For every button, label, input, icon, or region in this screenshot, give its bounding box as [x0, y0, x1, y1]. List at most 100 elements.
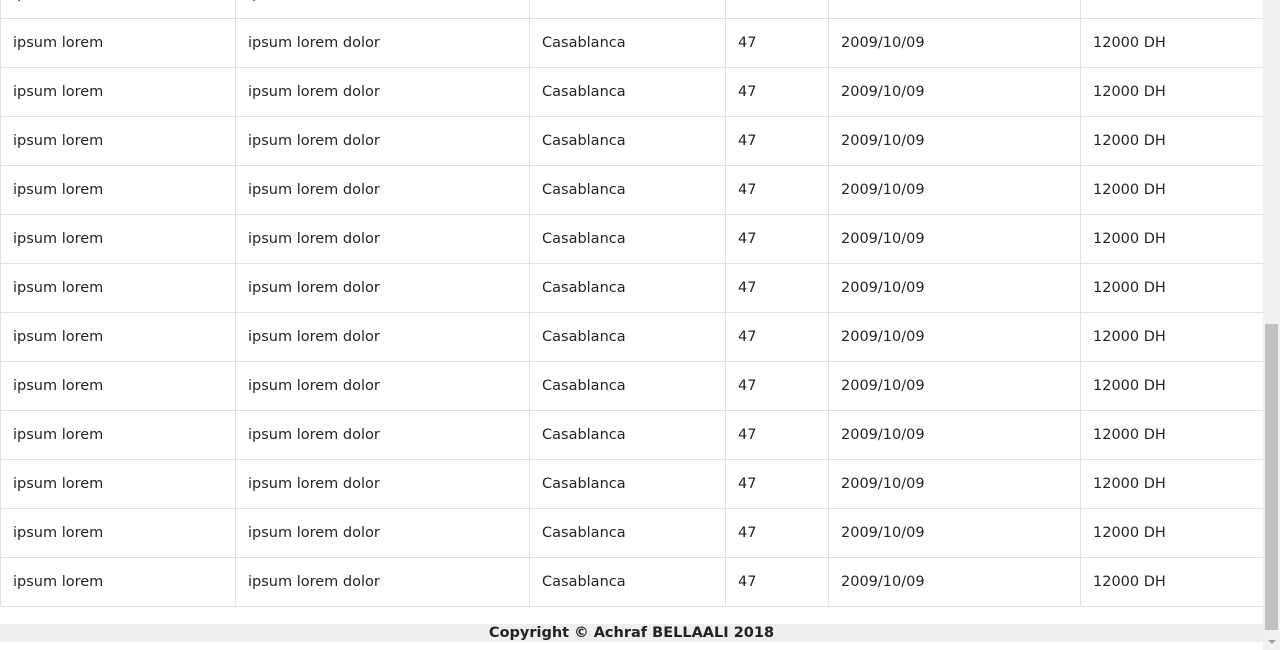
table-cell: Casablanca: [529, 459, 726, 509]
table-cell: 2009/10/09: [828, 557, 1081, 607]
table-cell: ipsum lorem dolor: [235, 410, 530, 460]
table-row: ipsum lorem ipsum lorem dolor Casablanca…: [0, 0, 1263, 19]
table-cell: 2009/10/09: [828, 361, 1081, 411]
table-cell: 12000 DH: [1080, 214, 1263, 264]
table-cell: ipsum lorem dolor: [235, 557, 530, 607]
table-row: ipsum lorem ipsum lorem dolor Casablanca…: [0, 18, 1263, 68]
table-cell: Casablanca: [529, 410, 726, 460]
table-cell: Casablanca: [529, 18, 726, 68]
table-cell: 47: [725, 18, 829, 68]
table-cell: Casablanca: [529, 214, 726, 264]
page-viewport: ipsum lorem ipsum lorem dolor Casablanca…: [0, 0, 1263, 650]
table-cell: 12000 DH: [1080, 263, 1263, 313]
table-cell: 2009/10/09: [828, 0, 1081, 19]
table-cell: Casablanca: [529, 508, 726, 558]
table-cell: 2009/10/09: [828, 410, 1081, 460]
table-cell: ipsum lorem dolor: [235, 18, 530, 68]
table-cell: 47: [725, 67, 829, 117]
table-cell: 47: [725, 116, 829, 166]
table-cell: Casablanca: [529, 557, 726, 607]
table-cell: 2009/10/09: [828, 263, 1081, 313]
data-table: ipsum lorem ipsum lorem dolor Casablanca…: [0, 0, 1263, 607]
table-cell: 47: [725, 263, 829, 313]
table-cell: 12000 DH: [1080, 312, 1263, 362]
table-cell: 2009/10/09: [828, 67, 1081, 117]
table-cell: 12000 DH: [1080, 459, 1263, 509]
table-cell: ipsum lorem: [0, 361, 236, 411]
table-cell: 12000 DH: [1080, 116, 1263, 166]
table-row: ipsum lorem ipsum lorem dolor Casablanca…: [0, 557, 1263, 607]
table-cell: ipsum lorem dolor: [235, 214, 530, 264]
table-cell: Casablanca: [529, 312, 726, 362]
table-cell: 2009/10/09: [828, 312, 1081, 362]
table-cell: ipsum lorem dolor: [235, 508, 530, 558]
table-cell: ipsum lorem: [0, 557, 236, 607]
table-cell: Casablanca: [529, 0, 726, 19]
table-row: ipsum lorem ipsum lorem dolor Casablanca…: [0, 263, 1263, 313]
table-row: ipsum lorem ipsum lorem dolor Casablanca…: [0, 312, 1263, 362]
table-cell: 47: [725, 361, 829, 411]
data-table-container: ipsum lorem ipsum lorem dolor Casablanca…: [0, 0, 1263, 607]
table-cell: 47: [725, 459, 829, 509]
table-cell: 12000 DH: [1080, 557, 1263, 607]
table-row: ipsum lorem ipsum lorem dolor Casablanca…: [0, 214, 1263, 264]
table-cell: ipsum lorem dolor: [235, 165, 530, 215]
table-cell: ipsum lorem: [0, 0, 236, 19]
table-cell: 12000 DH: [1080, 0, 1263, 19]
table-row: ipsum lorem ipsum lorem dolor Casablanca…: [0, 459, 1263, 509]
table-cell: Casablanca: [529, 165, 726, 215]
table-cell: 2009/10/09: [828, 116, 1081, 166]
table-cell: 2009/10/09: [828, 508, 1081, 558]
scroll-down-button[interactable]: [1263, 633, 1280, 650]
table-cell: Casablanca: [529, 361, 726, 411]
table-cell: 12000 DH: [1080, 508, 1263, 558]
copyright-footer: Copyright © Achraf BELLAALI 2018: [0, 624, 1263, 642]
table-cell: 2009/10/09: [828, 459, 1081, 509]
table-cell: 47: [725, 312, 829, 362]
scrollbar-thumb[interactable]: [1265, 324, 1278, 630]
table-cell: 12000 DH: [1080, 165, 1263, 215]
table-cell: 47: [725, 410, 829, 460]
table-cell: 47: [725, 165, 829, 215]
table-cell: ipsum lorem: [0, 508, 236, 558]
table-cell: Casablanca: [529, 67, 726, 117]
table-cell: ipsum lorem: [0, 263, 236, 313]
table-cell: 47: [725, 557, 829, 607]
table-cell: 12000 DH: [1080, 361, 1263, 411]
table-cell: Casablanca: [529, 116, 726, 166]
table-cell: 12000 DH: [1080, 67, 1263, 117]
table-cell: 2009/10/09: [828, 165, 1081, 215]
table-cell: 12000 DH: [1080, 18, 1263, 68]
table-cell: 12000 DH: [1080, 410, 1263, 460]
table-cell: ipsum lorem: [0, 459, 236, 509]
table-cell: ipsum lorem dolor: [235, 263, 530, 313]
table-body: ipsum lorem ipsum lorem dolor Casablanca…: [0, 0, 1263, 607]
table-cell: 47: [725, 0, 829, 19]
table-cell: 47: [725, 508, 829, 558]
table-cell: ipsum lorem: [0, 165, 236, 215]
table-cell: ipsum lorem dolor: [235, 459, 530, 509]
table-row: ipsum lorem ipsum lorem dolor Casablanca…: [0, 165, 1263, 215]
table-cell: ipsum lorem: [0, 410, 236, 460]
table-cell: ipsum lorem: [0, 214, 236, 264]
vertical-scrollbar[interactable]: [1263, 0, 1280, 650]
table-cell: ipsum lorem: [0, 312, 236, 362]
chevron-down-icon: [1267, 639, 1276, 644]
table-row: ipsum lorem ipsum lorem dolor Casablanca…: [0, 410, 1263, 460]
table-cell: ipsum lorem dolor: [235, 361, 530, 411]
table-row: ipsum lorem ipsum lorem dolor Casablanca…: [0, 67, 1263, 117]
table-cell: ipsum lorem: [0, 116, 236, 166]
table-cell: ipsum lorem dolor: [235, 0, 530, 19]
table-cell: ipsum lorem dolor: [235, 312, 530, 362]
table-row: ipsum lorem ipsum lorem dolor Casablanca…: [0, 116, 1263, 166]
table-cell: ipsum lorem dolor: [235, 116, 530, 166]
table-cell: Casablanca: [529, 263, 726, 313]
table-cell: ipsum lorem dolor: [235, 67, 530, 117]
table-row: ipsum lorem ipsum lorem dolor Casablanca…: [0, 361, 1263, 411]
table-cell: 2009/10/09: [828, 214, 1081, 264]
table-cell: ipsum lorem: [0, 67, 236, 117]
table-cell: 2009/10/09: [828, 18, 1081, 68]
table-row: ipsum lorem ipsum lorem dolor Casablanca…: [0, 508, 1263, 558]
table-cell: 47: [725, 214, 829, 264]
table-cell: ipsum lorem: [0, 18, 236, 68]
